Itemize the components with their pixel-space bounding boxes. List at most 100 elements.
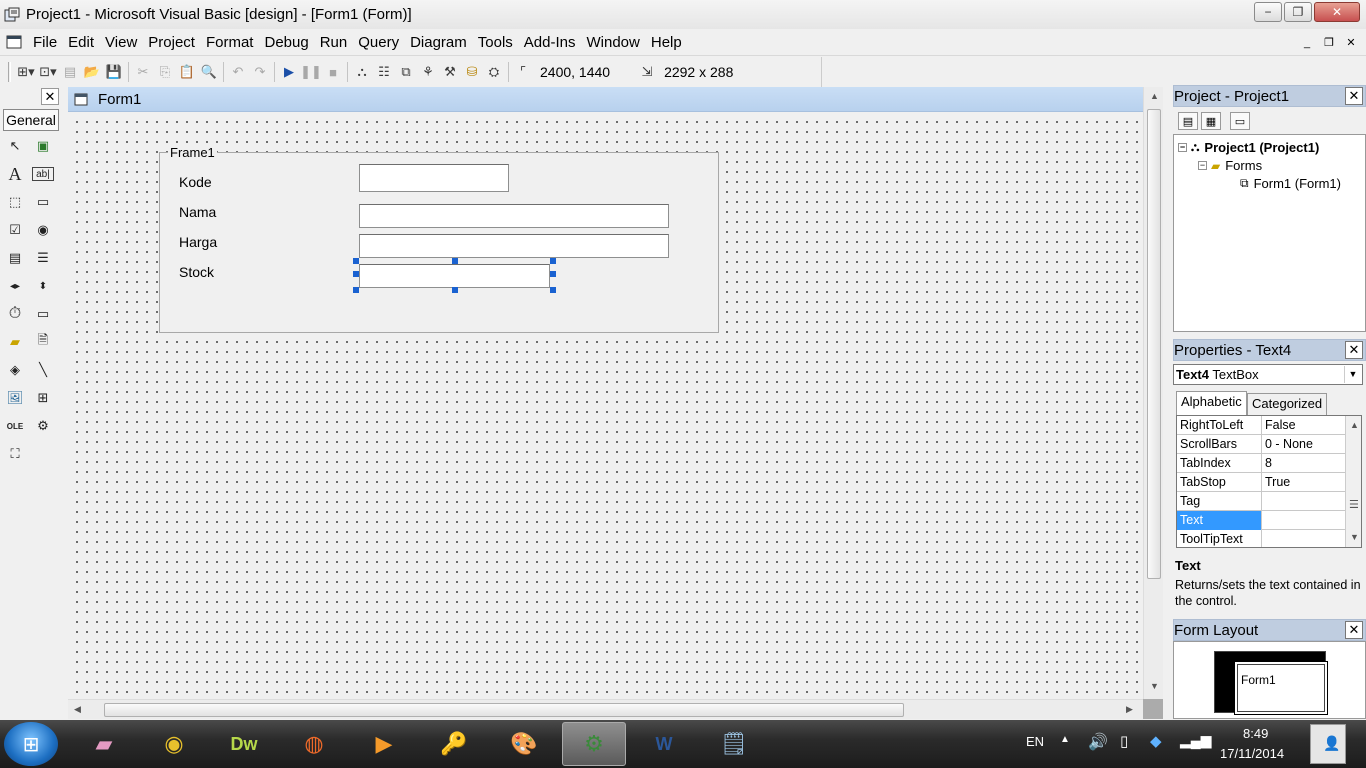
data-view-icon[interactable]: ⛁ (461, 61, 483, 83)
properties-title-bar[interactable]: Properties - Text4 ✕ (1173, 339, 1366, 361)
picturebox-icon[interactable]: ▣ (32, 135, 54, 157)
resize-handle-s[interactable] (452, 287, 458, 293)
project-explorer-close-button[interactable]: ✕ (1345, 87, 1363, 105)
label-harga[interactable]: Harga (179, 234, 217, 250)
resize-handle-e[interactable] (550, 271, 556, 277)
resize-handle-ne[interactable] (550, 258, 556, 264)
mdi-close-button[interactable]: ✕ (1342, 34, 1360, 51)
property-row[interactable]: ScrollBars 0 - None (1177, 435, 1345, 454)
language-indicator[interactable]: EN (1026, 734, 1044, 749)
resize-handle-se[interactable] (550, 287, 556, 293)
vertical-scroll-thumb[interactable] (1147, 109, 1161, 579)
line-icon[interactable]: ╲ (32, 359, 54, 381)
toggle-folders-icon[interactable]: ▭ (1230, 112, 1250, 130)
paste-icon[interactable]: 📋 (176, 61, 198, 83)
ole-icon[interactable]: OLE (4, 415, 26, 437)
cut-icon[interactable]: ✂ (132, 61, 154, 83)
menu-tools[interactable]: Tools (473, 34, 519, 51)
resize-handle-n[interactable] (452, 258, 458, 264)
toolbox-general-tab[interactable]: General (3, 109, 59, 131)
network-icon[interactable]: ▂▄▆ (1180, 732, 1211, 749)
object-selector[interactable]: Text4 TextBox ▼ (1173, 364, 1363, 385)
text1-textbox[interactable] (359, 164, 509, 192)
resize-handle-nw[interactable] (353, 258, 359, 264)
find-icon[interactable]: 🔍 (198, 61, 220, 83)
form-layout-title-bar[interactable]: Form Layout ✕ (1173, 619, 1366, 641)
horizontal-scroll-thumb[interactable] (104, 703, 904, 717)
menu-format[interactable]: Format (201, 34, 260, 51)
clock-time[interactable]: 8:49 (1243, 726, 1268, 741)
menu-window[interactable]: Window (582, 34, 646, 51)
frame1[interactable]: Frame1 Kode Nama Harga Stock (159, 145, 719, 333)
close-button[interactable]: ✕ (1314, 2, 1360, 22)
image-icon[interactable]: 🖼 (4, 387, 26, 409)
optionbutton-icon[interactable]: ◉ (32, 219, 54, 241)
mdi-vertical-scrollbar[interactable]: ▲ ▼ (1143, 87, 1163, 699)
menu-run[interactable]: Run (315, 34, 354, 51)
text4-textbox[interactable] (359, 264, 550, 288)
pointer-icon[interactable]: ↖ (4, 135, 26, 157)
form-caption-bar[interactable]: Form1 (68, 87, 1143, 112)
redo-icon[interactable]: ↷ (249, 61, 271, 83)
end-icon[interactable]: ■ (322, 61, 344, 83)
listbox-icon[interactable]: ☰ (32, 247, 54, 269)
component-manager-icon[interactable]: ⛭ (483, 61, 505, 83)
form-layout-form1[interactable]: Form1 (1234, 661, 1328, 715)
properties-close-button[interactable]: ✕ (1345, 341, 1363, 359)
scroll-thumb-grip-icon[interactable]: ☰ (1349, 498, 1359, 511)
taskbar-word[interactable]: W (632, 722, 696, 766)
menu-edit[interactable]: Edit (63, 34, 100, 51)
property-row-selected[interactable]: Text (1177, 511, 1345, 530)
break-icon[interactable]: ❚❚ (300, 61, 322, 83)
tab-alphabetic[interactable]: Alphabetic (1176, 391, 1247, 415)
view-object-icon[interactable]: ▦ (1201, 112, 1221, 130)
project-explorer-title-bar[interactable]: Project - Project1 ✕ (1173, 85, 1366, 107)
menu-editor-icon[interactable]: ▤ (59, 61, 81, 83)
toolbox-icon[interactable]: ⚒ (439, 61, 461, 83)
mdi-minimize-button[interactable]: _ (1298, 34, 1316, 51)
label-kode[interactable]: Kode (179, 174, 212, 190)
hscrollbar-icon[interactable]: ◂▸ (4, 275, 26, 297)
clock-date[interactable]: 17/11/2014 (1220, 746, 1284, 761)
taskbar-paint[interactable]: 🎨 (492, 722, 556, 766)
scroll-up-icon[interactable]: ▲ (1150, 91, 1159, 101)
minimize-button[interactable]: − (1254, 2, 1282, 22)
drivelistbox-icon[interactable]: ▭ (32, 303, 54, 325)
properties-window-icon[interactable]: ☷ (373, 61, 395, 83)
menu-add-ins[interactable]: Add-Ins (519, 34, 582, 51)
menu-diagram[interactable]: Diagram (405, 34, 473, 51)
data-icon[interactable]: ⊞ (32, 387, 54, 409)
property-row[interactable]: RightToLeft False (1177, 416, 1345, 435)
label-nama[interactable]: Nama (179, 204, 216, 220)
text2-textbox[interactable] (359, 204, 669, 228)
open-project-icon[interactable]: 📂 (81, 61, 103, 83)
taskbar-dreamweaver[interactable]: Dw (212, 722, 276, 766)
save-project-icon[interactable]: 💾 (103, 61, 125, 83)
undo-icon[interactable]: ↶ (227, 61, 249, 83)
resize-handle-w[interactable] (353, 271, 359, 277)
scroll-down-icon[interactable]: ▼ (1350, 532, 1359, 542)
property-row[interactable]: ToolTipText (1177, 530, 1345, 547)
menu-debug[interactable]: Debug (259, 34, 314, 51)
show-desktop-thumbnail[interactable]: 👤 (1310, 724, 1346, 764)
add-project-icon[interactable]: ⊞▾ (15, 61, 37, 83)
mdi-horizontal-scrollbar[interactable]: ◀ ▶ (68, 699, 1143, 719)
property-grid-scrollbar[interactable]: ▲ ☰ ▼ (1345, 416, 1361, 547)
show-hidden-icons-icon[interactable]: ▲ (1060, 734, 1070, 745)
taskbar-firefox[interactable]: ◍ (282, 722, 346, 766)
collapse-icon[interactable]: − (1178, 143, 1187, 152)
toolbar-grip[interactable] (8, 62, 11, 82)
tree-forms-folder[interactable]: − ▰ Forms (1198, 158, 1262, 173)
collapse-icon[interactable]: − (1198, 161, 1207, 170)
resize-handle-sw[interactable] (353, 287, 359, 293)
copy-icon[interactable]: ⎘ (154, 61, 176, 83)
dirlistbox-icon[interactable]: ▰ (4, 331, 26, 353)
scroll-up-icon[interactable]: ▲ (1350, 420, 1359, 430)
text3-textbox[interactable] (359, 234, 669, 258)
menu-project[interactable]: Project (143, 34, 201, 51)
scroll-left-icon[interactable]: ◀ (74, 704, 81, 715)
filelistbox-icon[interactable]: 🗎 (32, 331, 54, 353)
commandbutton-icon[interactable]: ▭ (32, 191, 54, 213)
toolbox-close-button[interactable]: ✕ (41, 88, 59, 105)
property-row[interactable]: TabStop True (1177, 473, 1345, 492)
